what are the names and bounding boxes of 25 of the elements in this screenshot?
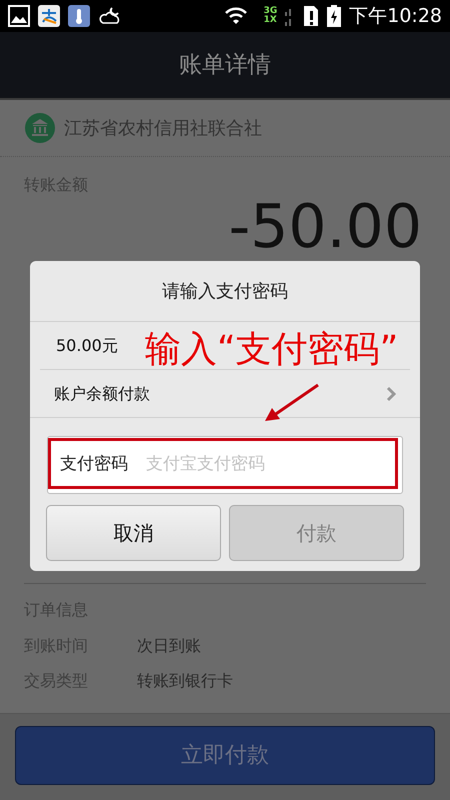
password-input[interactable]: 支付宝支付密码 — [144, 451, 402, 479]
status-time: 下午10:28 — [349, 4, 442, 29]
field-value: 转账到银行卡 — [137, 670, 233, 692]
wifi-icon — [224, 7, 248, 25]
annotation-text: 输入“支付密码” — [145, 328, 398, 372]
bank-name: 江苏省农村信用社联合社 — [64, 116, 262, 140]
amount-value: -50.00 — [228, 192, 422, 262]
gallery-icon — [8, 5, 30, 27]
chevron-icon — [386, 386, 396, 402]
app-icon — [38, 5, 60, 27]
weather-icon — [98, 5, 122, 27]
payment-method: 账户余额付款 — [54, 382, 150, 404]
sim-icon — [303, 5, 320, 27]
network-label: 1X — [264, 16, 278, 25]
battery-icon — [327, 5, 342, 27]
arrow — [262, 382, 322, 424]
cancel-button[interactable]: 取消 — [46, 505, 221, 561]
field-value: 次日到账 — [137, 635, 201, 657]
bank-icon — [24, 112, 56, 144]
payment-amount: 50.00元 — [56, 334, 118, 356]
field-label: 支付密码 — [59, 453, 128, 476]
thermometer-icon — [68, 5, 90, 27]
dialog-title: 请输入支付密码 — [162, 280, 288, 304]
screen-title: 账单详情 — [179, 50, 271, 80]
network-label: 3G — [264, 7, 278, 16]
